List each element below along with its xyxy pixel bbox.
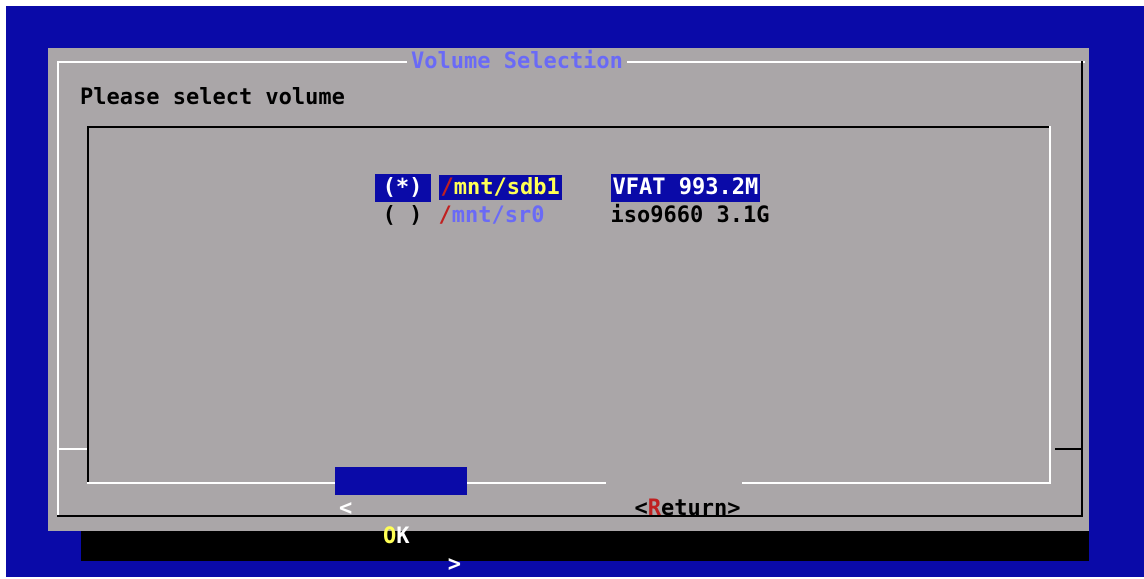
dialog-frame-bottom [57, 515, 1083, 517]
volume-option-sdb1[interactable]: (*)/mnt/sdb1 VFAT 993.2M [348, 146, 761, 202]
ok-left-bracket: < [339, 496, 353, 521]
ok-button[interactable]: < OK > [335, 467, 467, 577]
ok-label: OK [383, 524, 410, 549]
volume-selection-dialog [48, 48, 1089, 531]
list-frame-right [1049, 126, 1051, 484]
volume-path: /mnt/sr0 [438, 203, 545, 228]
dialog-prompt: Please select volume [80, 85, 345, 110]
button-separator-left [57, 448, 87, 450]
volume-info: iso9660 3.1G [610, 203, 770, 228]
dialog-title: Volume Selection [407, 49, 627, 75]
volume-option-sr0[interactable]: ( ) /mnt/sr0 iso9660 3.1G [348, 174, 770, 228]
return-button[interactable]: <Return> [606, 467, 743, 521]
list-frame-top [87, 126, 1051, 128]
list-frame-bottom [87, 482, 1051, 484]
radio-unselected[interactable]: ( ) [375, 202, 431, 230]
ok-right-bracket: > [447, 552, 461, 577]
list-frame-left [87, 126, 89, 484]
button-separator-right [1055, 448, 1083, 450]
